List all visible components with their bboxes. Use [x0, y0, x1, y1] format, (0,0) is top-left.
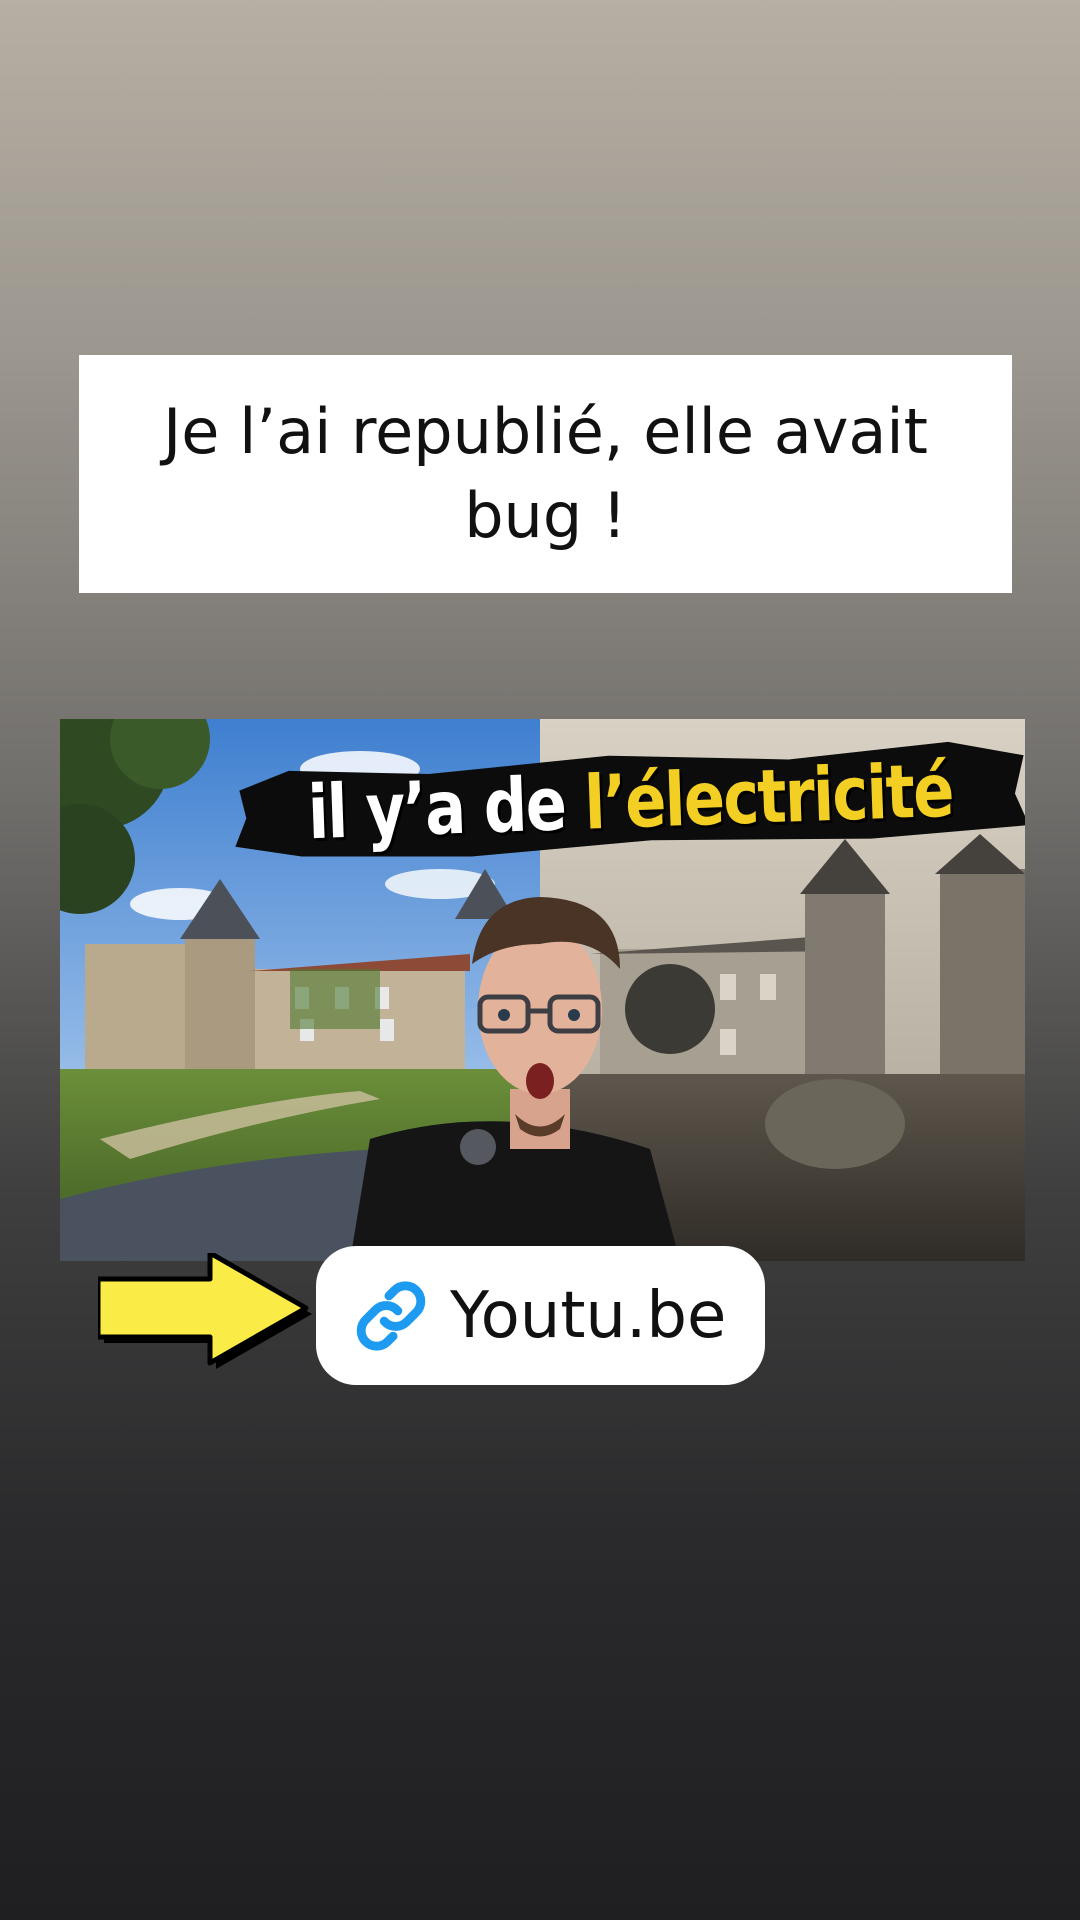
video-thumbnail[interactable]: il y’a de l’électricité	[60, 719, 1025, 1261]
arrow-right-icon	[98, 1253, 312, 1369]
title-part-yellow: l’électricité	[582, 747, 954, 847]
title-part-white: il y’a de	[306, 760, 586, 857]
link-sticker-label: Youtu.be	[450, 1278, 727, 1353]
story-caption: Je l’ai republié, elle avait bug !	[163, 395, 928, 552]
link-icon	[356, 1280, 426, 1351]
story-text-box: Je l’ai republié, elle avait bug !	[79, 355, 1012, 593]
youtube-link-sticker[interactable]: Youtu.be	[316, 1246, 765, 1385]
